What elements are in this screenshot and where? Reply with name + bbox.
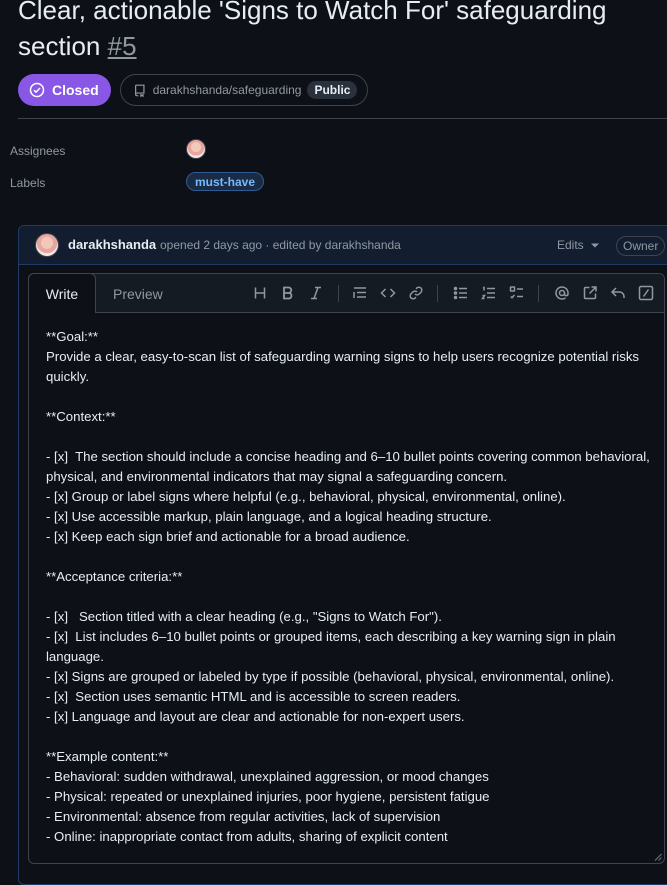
tab-write[interactable]: Write [28, 273, 96, 313]
edits-dropdown[interactable]: Edits [557, 238, 600, 252]
toolbar-separator [338, 285, 339, 302]
cross-reference-icon[interactable] [582, 285, 598, 301]
comment-header: darakhshanda opened 2 days ago · edited … [19, 226, 667, 265]
editor-tabbar: Write Preview [28, 273, 664, 313]
visibility-badge: Public [307, 81, 358, 99]
bold-icon[interactable] [280, 285, 296, 301]
caret-down-icon [591, 243, 600, 248]
markdown-textarea[interactable]: **Goal:** Provide a clear, easy-to-scan … [46, 327, 658, 847]
comment-timestamp: opened 2 days ago · edited by darakhshan… [160, 238, 401, 252]
task-list-icon[interactable] [509, 285, 525, 301]
check-circle-icon [29, 82, 45, 98]
status-label: Closed [52, 82, 99, 98]
issue-status-row: Closed darakhshanda/safeguarding Public [18, 74, 369, 106]
tab-preview[interactable]: Preview [113, 286, 163, 302]
status-badge: Closed [18, 74, 111, 106]
issue-comment: darakhshanda opened 2 days ago · edited … [18, 225, 667, 885]
repo-name: darakhshanda/safeguarding [152, 83, 302, 97]
heading-icon[interactable] [252, 285, 268, 301]
issue-title-text: Clear, actionable 'Signs to Watch For' s… [18, 0, 607, 61]
repo-pill[interactable]: darakhshanda/safeguarding Public [119, 74, 369, 106]
author-name[interactable]: darakhshanda [68, 237, 156, 252]
repo-icon [134, 84, 145, 97]
slash-command-icon[interactable] [638, 285, 654, 301]
labels-label: Labels [10, 176, 46, 190]
saved-reply-icon[interactable] [610, 285, 626, 301]
mention-icon[interactable] [554, 285, 570, 301]
label-tag[interactable]: must-have [186, 172, 265, 191]
ordered-list-icon[interactable] [481, 285, 497, 301]
markdown-editor: Write Preview **Goal:** Provide a clear,… [28, 273, 665, 864]
link-icon[interactable] [408, 285, 424, 301]
code-icon[interactable] [380, 285, 396, 301]
assignees-label: Assignees [10, 144, 66, 158]
edits-label: Edits [557, 238, 584, 252]
issue-title: Clear, actionable 'Signs to Watch For' s… [18, 0, 658, 64]
owner-badge: Owner [616, 236, 666, 256]
toolbar-separator [538, 285, 539, 302]
italic-icon[interactable] [308, 285, 324, 301]
issue-number-link[interactable]: #5 [108, 31, 137, 61]
resize-handle-icon[interactable] [654, 853, 662, 861]
author-avatar[interactable] [35, 233, 59, 257]
header-divider [18, 118, 667, 119]
unordered-list-icon[interactable] [453, 285, 469, 301]
toolbar-separator [437, 285, 438, 302]
quote-icon[interactable] [352, 285, 368, 301]
assignee-avatar[interactable] [186, 139, 206, 159]
